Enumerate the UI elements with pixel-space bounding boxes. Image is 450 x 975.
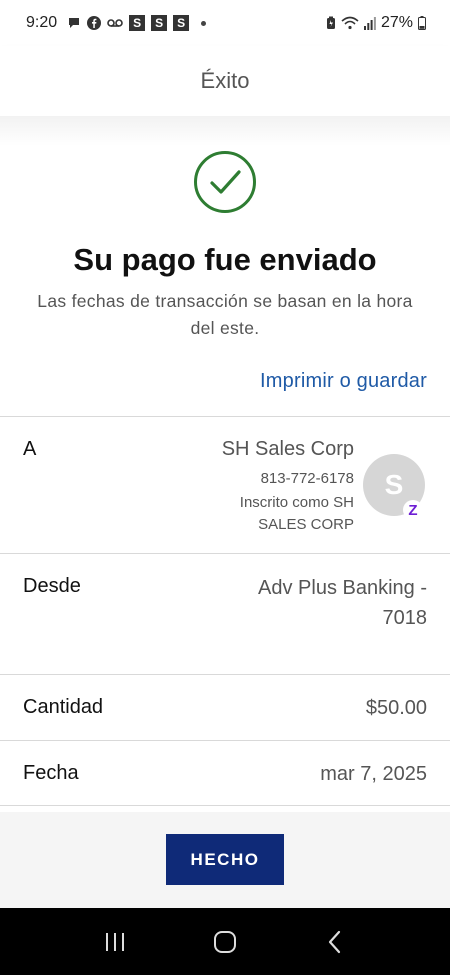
signal-icon: [363, 16, 376, 30]
from-account-line2: 7018: [382, 607, 428, 629]
back-icon: [328, 930, 341, 953]
more-notifications-dot-icon: [201, 20, 207, 26]
battery-saver-icon: [326, 16, 336, 30]
from-account: Adv Plus Banking - 7018: [258, 573, 427, 633]
avatar: S Z: [363, 454, 425, 520]
home-icon: [214, 930, 236, 953]
success-subtitle: Las fechas de transacción se basan en la…: [37, 291, 413, 338]
amount-value: $50.00: [365, 697, 427, 719]
amount-label: Cantidad: [23, 696, 104, 718]
status-time: 9:20: [26, 14, 58, 31]
status-right: 27%: [326, 14, 426, 32]
recent-apps-icon: [106, 932, 124, 951]
facebook-icon: [87, 16, 102, 30]
date-value: mar 7, 2025: [320, 763, 427, 785]
recipient-row: A SH Sales Corp 813-772-6178 Inscrito co…: [0, 416, 450, 553]
notification-box-icon: S: [151, 15, 168, 31]
date-row: Fecha mar 7, 2025: [0, 740, 450, 806]
avatar-letter: S: [384, 469, 404, 500]
battery-percent: 27%: [380, 14, 413, 31]
date-label: Fecha: [23, 762, 79, 784]
header: Éxito: [0, 46, 450, 116]
footer: HECHO: [0, 812, 450, 908]
message-icon: [67, 16, 81, 30]
system-nav-bar: [0, 908, 450, 975]
amount-row: Cantidad $50.00: [0, 674, 450, 740]
page-title: Éxito: [200, 68, 250, 93]
success-check-icon: [193, 150, 257, 214]
recipient-label: A: [23, 438, 37, 460]
print-or-save-link[interactable]: Imprimir o guardar: [260, 370, 427, 393]
back-button[interactable]: [315, 922, 355, 962]
home-button[interactable]: [205, 922, 245, 962]
recipient-enrolled-as: Inscrito como SH SALES CORP: [239, 494, 354, 533]
voicemail-icon: [107, 18, 123, 28]
battery-icon: [418, 16, 426, 30]
notification-box-icon: S: [129, 15, 146, 31]
from-row: Desde Adv Plus Banking - 7018: [0, 553, 450, 674]
status-left: 9:20 S S S: [26, 14, 207, 32]
zelle-icon: Z: [403, 500, 423, 520]
from-label: Desde: [23, 575, 81, 597]
recipient-phone: 813-772-6178: [260, 470, 354, 487]
status-bar: 9:20 S S S 27%: [0, 0, 450, 46]
done-button[interactable]: HECHO: [166, 834, 284, 885]
from-account-line1: Adv Plus Banking -: [258, 577, 427, 599]
success-title: Su pago fue enviado: [73, 242, 377, 277]
recipient-name: SH Sales Corp: [221, 438, 354, 460]
wifi-icon: [341, 16, 359, 30]
notification-box-icon: S: [173, 15, 190, 31]
success-section: Su pago fue enviado Las fechas de transa…: [0, 116, 450, 416]
recent-apps-button[interactable]: [95, 922, 135, 962]
